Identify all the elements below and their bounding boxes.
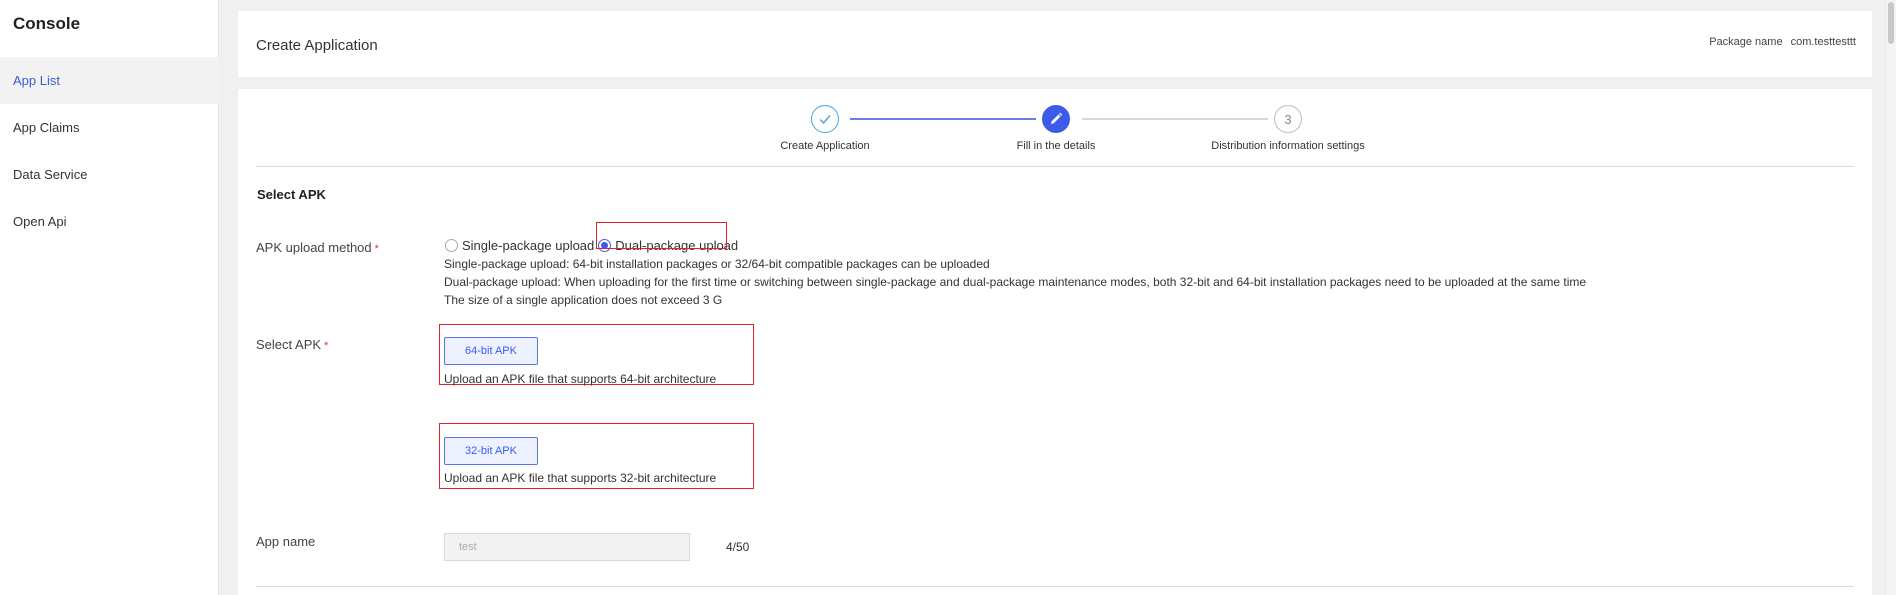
app-name-char-count: 4/50 [726, 540, 750, 554]
pencil-icon [1042, 105, 1070, 133]
upload-64bit-apk-button[interactable]: 64-bit APK [444, 337, 538, 365]
sidebar-item-app-claims[interactable]: App Claims [0, 104, 219, 151]
radio-circle[interactable] [445, 238, 458, 252]
sidebar-item-open-api[interactable]: Open Api [0, 198, 219, 245]
check-icon [811, 105, 839, 133]
help-text-dual: Dual-package upload: When uploading for … [444, 275, 1587, 289]
upload-method-label: APK upload method * [256, 240, 379, 255]
step-label: Fill in the details [1016, 140, 1096, 152]
package-name-value: com.testtesttt [1790, 36, 1856, 48]
sidebar-item-data-service[interactable]: Data Service [0, 151, 219, 198]
hint-64bit: Upload an APK file that supports 64-bit … [444, 372, 717, 386]
step-distribution-settings: 3 Distribution information settings [1178, 105, 1398, 152]
upload-method-label-text: APK upload method [256, 240, 372, 255]
select-apk-label: Select APK * [256, 337, 328, 352]
app-name-label: App name [256, 534, 316, 549]
required-mark: * [324, 340, 329, 352]
app-name-input[interactable] [444, 533, 690, 561]
form-bottom-divider [256, 586, 1854, 587]
step-fill-details: Fill in the details [946, 105, 1166, 152]
help-text-single: Single-package upload: 64-bit installati… [444, 257, 990, 271]
radio-label: Single-package upload [462, 237, 595, 253]
sidebar: Console App List App Claims Data Service… [0, 0, 219, 595]
step-label: Distribution information settings [1211, 140, 1365, 152]
console-brand: Console [13, 14, 81, 33]
steps-divider [256, 166, 1854, 167]
page-scrollbar[interactable] [1885, 0, 1896, 595]
package-name-info: Package name com.testtesttt [1709, 36, 1856, 48]
step-indicator: Create Application Fill in the details 3… [238, 89, 1872, 169]
section-title: Select APK [257, 187, 326, 202]
step-create-application: Create Application [715, 105, 935, 152]
radio-single-package[interactable]: Single-package upload [445, 238, 594, 253]
upload-32bit-apk-button[interactable]: 32-bit APK [444, 437, 538, 465]
page-header: Create Application Package name com.testt… [238, 11, 1872, 77]
select-apk-label-text: Select APK [256, 337, 322, 352]
required-mark: * [374, 243, 379, 255]
step-label: Create Application [780, 140, 870, 152]
help-text-size: The size of a single application does no… [444, 293, 723, 307]
main-form-card: Create Application Fill in the details 3… [238, 89, 1872, 595]
page-title: Create Application [256, 37, 378, 54]
sidebar-item-app-list[interactable]: App List [0, 57, 219, 104]
scrollbar-thumb[interactable] [1888, 2, 1894, 44]
highlight-box-dual-package [596, 222, 727, 249]
package-name-label: Package name [1709, 36, 1783, 48]
step-number: 3 [1274, 105, 1302, 133]
hint-32bit: Upload an APK file that supports 32-bit … [444, 471, 717, 485]
